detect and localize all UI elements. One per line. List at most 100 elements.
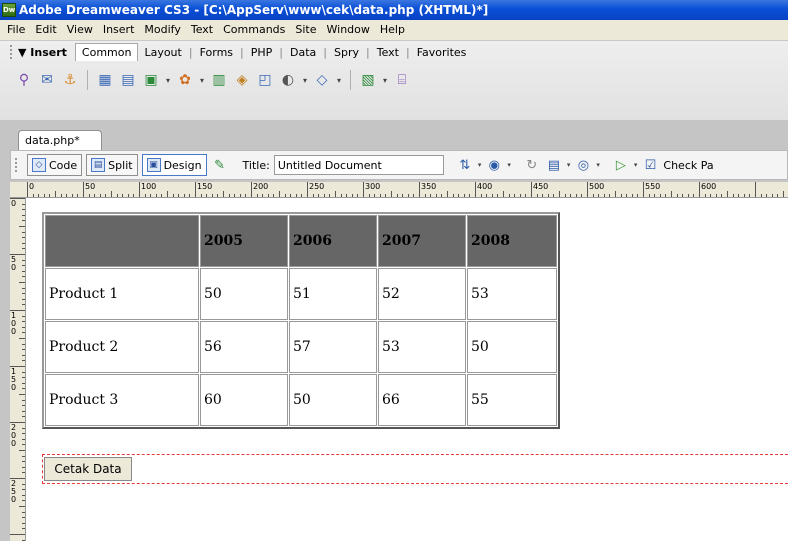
design-view-button[interactable]: ▣ Design <box>141 154 207 176</box>
ruler-tick <box>273 194 275 197</box>
ruler-number: 550 <box>645 182 661 191</box>
chevron-down-icon[interactable]: ▾ <box>198 70 206 90</box>
chevron-down-icon[interactable]: ▾ <box>164 70 172 90</box>
table-cell[interactable]: Product 3 <box>45 374 199 426</box>
ruler-tick <box>396 194 398 197</box>
check-page-label[interactable]: Check Pa <box>663 159 713 172</box>
table-cell[interactable]: 53 <box>378 321 466 373</box>
table-cell[interactable]: Product 2 <box>45 321 199 373</box>
ruler-tick <box>111 191 112 197</box>
ruler-tick <box>217 194 219 197</box>
tab-spry[interactable]: Spry <box>328 44 365 61</box>
menu-edit[interactable]: Edit <box>30 20 61 40</box>
templates-icon[interactable]: ▧ <box>358 70 378 90</box>
menu-window[interactable]: Window <box>322 20 375 40</box>
menu-commands[interactable]: Commands <box>218 20 290 40</box>
tab-data[interactable]: Data <box>284 44 322 61</box>
design-canvas[interactable]: 2005 2006 2007 2008 Product 1 50 51 52 5… <box>26 198 788 541</box>
table-cell[interactable]: Product 1 <box>45 268 199 320</box>
table-cell[interactable]: 50 <box>467 321 557 373</box>
code-view-button[interactable]: ◇ Code <box>27 154 83 176</box>
server-side-include-icon[interactable]: ◈ <box>232 70 252 90</box>
chevron-down-icon[interactable]: ▾ <box>634 161 638 169</box>
ruler-tick <box>22 483 25 485</box>
ruler-tick <box>195 182 196 197</box>
media-icon[interactable]: ✿ <box>175 70 195 90</box>
document-tab[interactable]: data.php* <box>18 130 102 150</box>
chevron-down-icon[interactable]: ▾ <box>335 70 343 90</box>
menu-help[interactable]: Help <box>375 20 410 40</box>
ruler-tick <box>256 194 258 197</box>
tab-forms[interactable]: Forms <box>194 44 239 61</box>
insert-bar-label[interactable]: ▼ Insert <box>18 46 67 59</box>
tag-chooser-icon[interactable]: ⌸ <box>392 70 412 90</box>
table-cell[interactable]: 2006 <box>289 215 377 267</box>
menu-view[interactable]: View <box>62 20 98 40</box>
date-icon[interactable]: ▥ <box>209 70 229 90</box>
table-cell[interactable]: 50 <box>200 268 288 320</box>
table-cell[interactable]: 50 <box>289 374 377 426</box>
menu-site[interactable]: Site <box>290 20 321 40</box>
menu-modify[interactable]: Modify <box>139 20 185 40</box>
ruler-tick <box>766 194 768 197</box>
validate-markup-icon[interactable]: ▷ <box>612 156 630 174</box>
split-view-button[interactable]: ▤ Split <box>86 154 138 176</box>
named-anchor-icon[interactable]: ⚓ <box>60 70 80 90</box>
menu-insert[interactable]: Insert <box>98 20 140 40</box>
document-title-input[interactable] <box>273 155 444 175</box>
chevron-down-icon[interactable]: ▾ <box>381 70 389 90</box>
chevron-down-icon[interactable]: ▾ <box>301 70 309 90</box>
ruler-number: 300 <box>365 182 381 191</box>
table-cell[interactable]: 2008 <box>467 215 557 267</box>
ruler-tick <box>211 194 213 197</box>
preview-browser-icon[interactable]: ◉ <box>485 156 503 174</box>
table-cell[interactable]: 60 <box>200 374 288 426</box>
comment-icon[interactable]: ◰ <box>255 70 275 90</box>
ruler-tick <box>122 194 124 197</box>
menu-file[interactable]: File <box>2 20 30 40</box>
file-management-icon[interactable]: ⇅ <box>456 156 474 174</box>
table-cell[interactable]: 53 <box>467 268 557 320</box>
menu-text[interactable]: Text <box>186 20 218 40</box>
script-icon[interactable]: ◇ <box>312 70 332 90</box>
ruler-tick <box>22 405 25 407</box>
div-icon[interactable]: ▤ <box>118 70 138 90</box>
table-cell[interactable]: 2005 <box>200 215 288 267</box>
hyperlink-icon[interactable]: ⚲ <box>14 70 34 90</box>
panel-grip-icon[interactable] <box>10 45 14 59</box>
table-cell[interactable] <box>45 215 199 267</box>
email-link-icon[interactable]: ✉ <box>37 70 57 90</box>
tab-common[interactable]: Common <box>74 43 139 61</box>
table-cell[interactable]: 57 <box>289 321 377 373</box>
table-cell[interactable]: 56 <box>200 321 288 373</box>
chevron-down-icon[interactable]: ▾ <box>596 161 600 169</box>
chevron-down-icon[interactable]: ▾ <box>478 161 482 169</box>
data-table[interactable]: 2005 2006 2007 2008 Product 1 50 51 52 5… <box>42 212 560 429</box>
head-icon[interactable]: ◐ <box>278 70 298 90</box>
ruler-tick <box>22 276 25 278</box>
chevron-down-icon[interactable]: ▾ <box>567 161 571 169</box>
live-data-icon[interactable]: ✎ <box>211 156 229 174</box>
table-cell[interactable]: 66 <box>378 374 466 426</box>
table-cell[interactable]: 2007 <box>378 215 466 267</box>
visual-aids-icon[interactable]: ◎ <box>574 156 592 174</box>
ruler-tick <box>22 265 25 267</box>
cetak-data-button[interactable]: Cetak Data <box>44 457 132 481</box>
table-cell[interactable]: 55 <box>467 374 557 426</box>
images-icon[interactable]: ▣ <box>141 70 161 90</box>
refresh-icon[interactable]: ↻ <box>523 156 541 174</box>
table-cell[interactable]: 51 <box>289 268 377 320</box>
tab-text[interactable]: Text <box>371 44 405 61</box>
ruler-tick <box>542 194 544 197</box>
tab-layout[interactable]: Layout <box>138 44 187 61</box>
table-cell[interactable]: 52 <box>378 268 466 320</box>
check-page-icon[interactable]: ☑ <box>641 156 659 174</box>
tab-php[interactable]: PHP <box>245 44 279 61</box>
ruler-tick <box>738 194 740 197</box>
table-icon[interactable]: ▦ <box>95 70 115 90</box>
panel-grip-icon[interactable] <box>15 158 19 172</box>
chevron-down-icon[interactable]: ▾ <box>507 161 511 169</box>
view-options-icon[interactable]: ▤ <box>545 156 563 174</box>
ruler-tick <box>22 315 25 317</box>
tab-favorites[interactable]: Favorites <box>411 44 473 61</box>
